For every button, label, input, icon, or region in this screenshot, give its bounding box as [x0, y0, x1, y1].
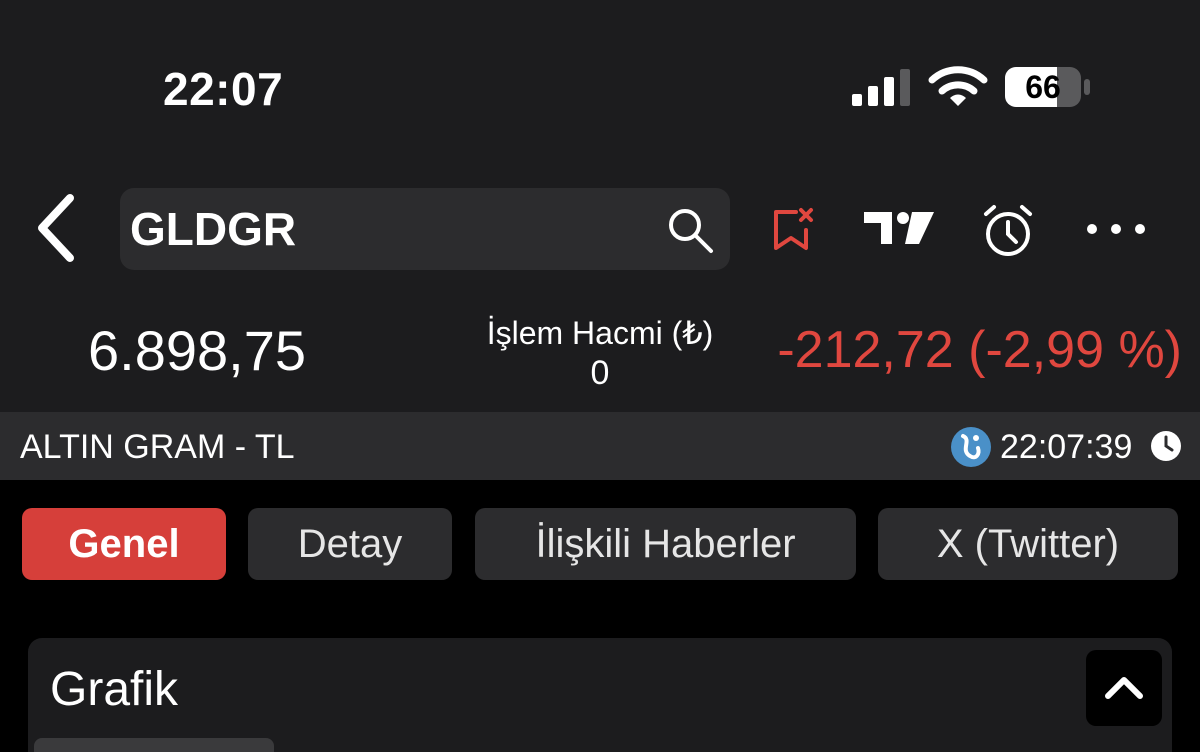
more-icon[interactable]	[1084, 218, 1148, 240]
volume-value: 0	[590, 354, 610, 392]
tab-iliskili-haberler[interactable]: İlişkili Haberler	[475, 508, 856, 580]
battery-icon: 66	[1004, 66, 1092, 108]
wifi-icon	[928, 66, 988, 106]
bookmark-remove-icon[interactable]	[770, 206, 816, 252]
alarm-icon[interactable]	[980, 204, 1036, 258]
last-price: 6.898,75	[88, 319, 306, 382]
price-change: -212,72 (-2,99 %)	[777, 321, 1182, 379]
tab-detay[interactable]: Detay	[248, 508, 452, 580]
signal-icon	[852, 69, 910, 106]
tab-genel[interactable]: Genel	[22, 508, 226, 580]
content-area: Genel Detay İlişkili Haberler X (Twitter…	[0, 480, 1200, 752]
tab-x-twitter[interactable]: X (Twitter)	[878, 508, 1178, 580]
chart-card: Grafik	[28, 638, 1172, 752]
app-screen: 22:07 66 GLDGR 6.898,75 İşlem Hacmi (₺) …	[0, 0, 1200, 752]
volume-label: İşlem Hacmi (₺)	[486, 315, 714, 351]
tradingview-icon[interactable]	[862, 208, 936, 248]
search-box[interactable]	[120, 188, 730, 270]
chart-toolbar-strip	[34, 738, 274, 752]
instrument-name: ALTIN GRAM - TL	[20, 428, 295, 466]
clock-icon	[1151, 431, 1181, 461]
data-source-logo-icon	[951, 427, 991, 467]
battery-level: 66	[1025, 69, 1061, 105]
update-time: 22:07:39	[1000, 428, 1133, 466]
chart-card-title: Grafik	[50, 663, 179, 716]
collapse-button[interactable]	[1086, 650, 1162, 726]
search-input[interactable]	[130, 204, 650, 254]
search-icon[interactable]	[666, 206, 714, 254]
status-bar: 22:07 66	[0, 0, 1200, 170]
instrument-info-bar: ALTIN GRAM - TL 22:07:39	[0, 412, 1200, 480]
chevron-up-icon	[1105, 677, 1143, 699]
back-icon[interactable]	[28, 190, 88, 266]
status-time: 22:07	[163, 63, 284, 115]
